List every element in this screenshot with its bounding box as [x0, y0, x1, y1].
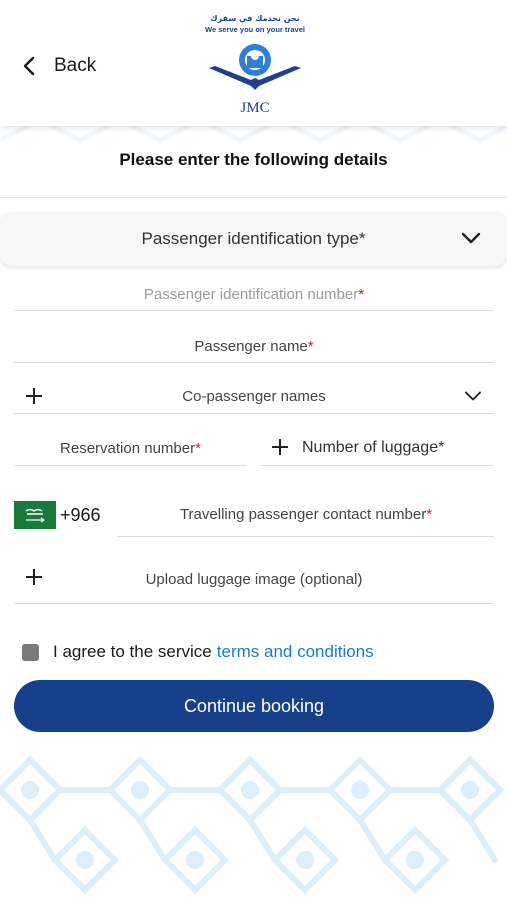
identification-number-placeholder: Passenger identification number* [143, 285, 365, 303]
terms-agreement: I agree to the service terms and conditi… [22, 642, 374, 662]
country-code[interactable]: +966 [60, 505, 101, 526]
saudi-flag-icon[interactable] [14, 501, 56, 529]
divider [0, 197, 507, 198]
plus-icon[interactable] [24, 567, 44, 587]
luggage-count-field[interactable]: Number of luggage* [260, 430, 494, 466]
luggage-count-label: Number of luggage* [302, 438, 445, 456]
background-pattern [0, 750, 507, 900]
reservation-number-field[interactable]: Reservation number* [14, 432, 247, 466]
passenger-name-placeholder: Passenger name* [194, 337, 314, 355]
back-label: Back [54, 55, 97, 76]
contact-number-field[interactable]: Travelling passenger contact number* [118, 492, 494, 537]
co-passenger-names-label: Co-passenger names [182, 388, 326, 405]
reservation-number-placeholder: Reservation number* [60, 440, 201, 457]
terms-agreement-text: I agree to the service [53, 642, 212, 661]
form-title: Please enter the following details [119, 150, 388, 169]
co-passenger-names-field[interactable]: Co-passenger names [14, 380, 494, 414]
plus-icon[interactable] [24, 386, 44, 406]
chevron-down-icon [461, 232, 481, 244]
identification-number-field[interactable]: Passenger identification number* [14, 278, 494, 311]
identification-type-dropdown[interactable]: Passenger identification type* [0, 212, 507, 266]
app-header: Back نحن نخدمك في سفرك We serve you on y… [0, 0, 507, 126]
chevron-down-icon [465, 391, 481, 401]
identification-type-label: Passenger identification type* [141, 229, 366, 248]
upload-luggage-image-label: Upload luggage image (optional) [145, 571, 363, 588]
logo-brand-text: JMC [240, 100, 270, 116]
jmc-logo: نحن نخدمك في سفرك We serve you on your t… [200, 8, 310, 120]
back-button[interactable]: Back [20, 50, 96, 82]
contact-number-placeholder: Travelling passenger contact number* [179, 505, 433, 523]
airplane-logo-icon [209, 44, 301, 90]
continue-booking-button[interactable]: Continue booking [14, 680, 494, 732]
terms-link[interactable]: terms and conditions [217, 642, 374, 662]
plus-icon[interactable] [270, 437, 290, 457]
terms-checkbox[interactable] [22, 643, 39, 661]
chevron-left-icon [23, 56, 35, 76]
logo-tagline-english: We serve you on your travel [205, 25, 305, 34]
passenger-name-field[interactable]: Passenger name* [14, 330, 494, 363]
logo-tagline-arabic: نحن نخدمك في سفرك [210, 14, 300, 23]
upload-luggage-image-field[interactable]: Upload luggage image (optional) [14, 556, 494, 604]
continue-booking-label: Continue booking [183, 695, 325, 716]
